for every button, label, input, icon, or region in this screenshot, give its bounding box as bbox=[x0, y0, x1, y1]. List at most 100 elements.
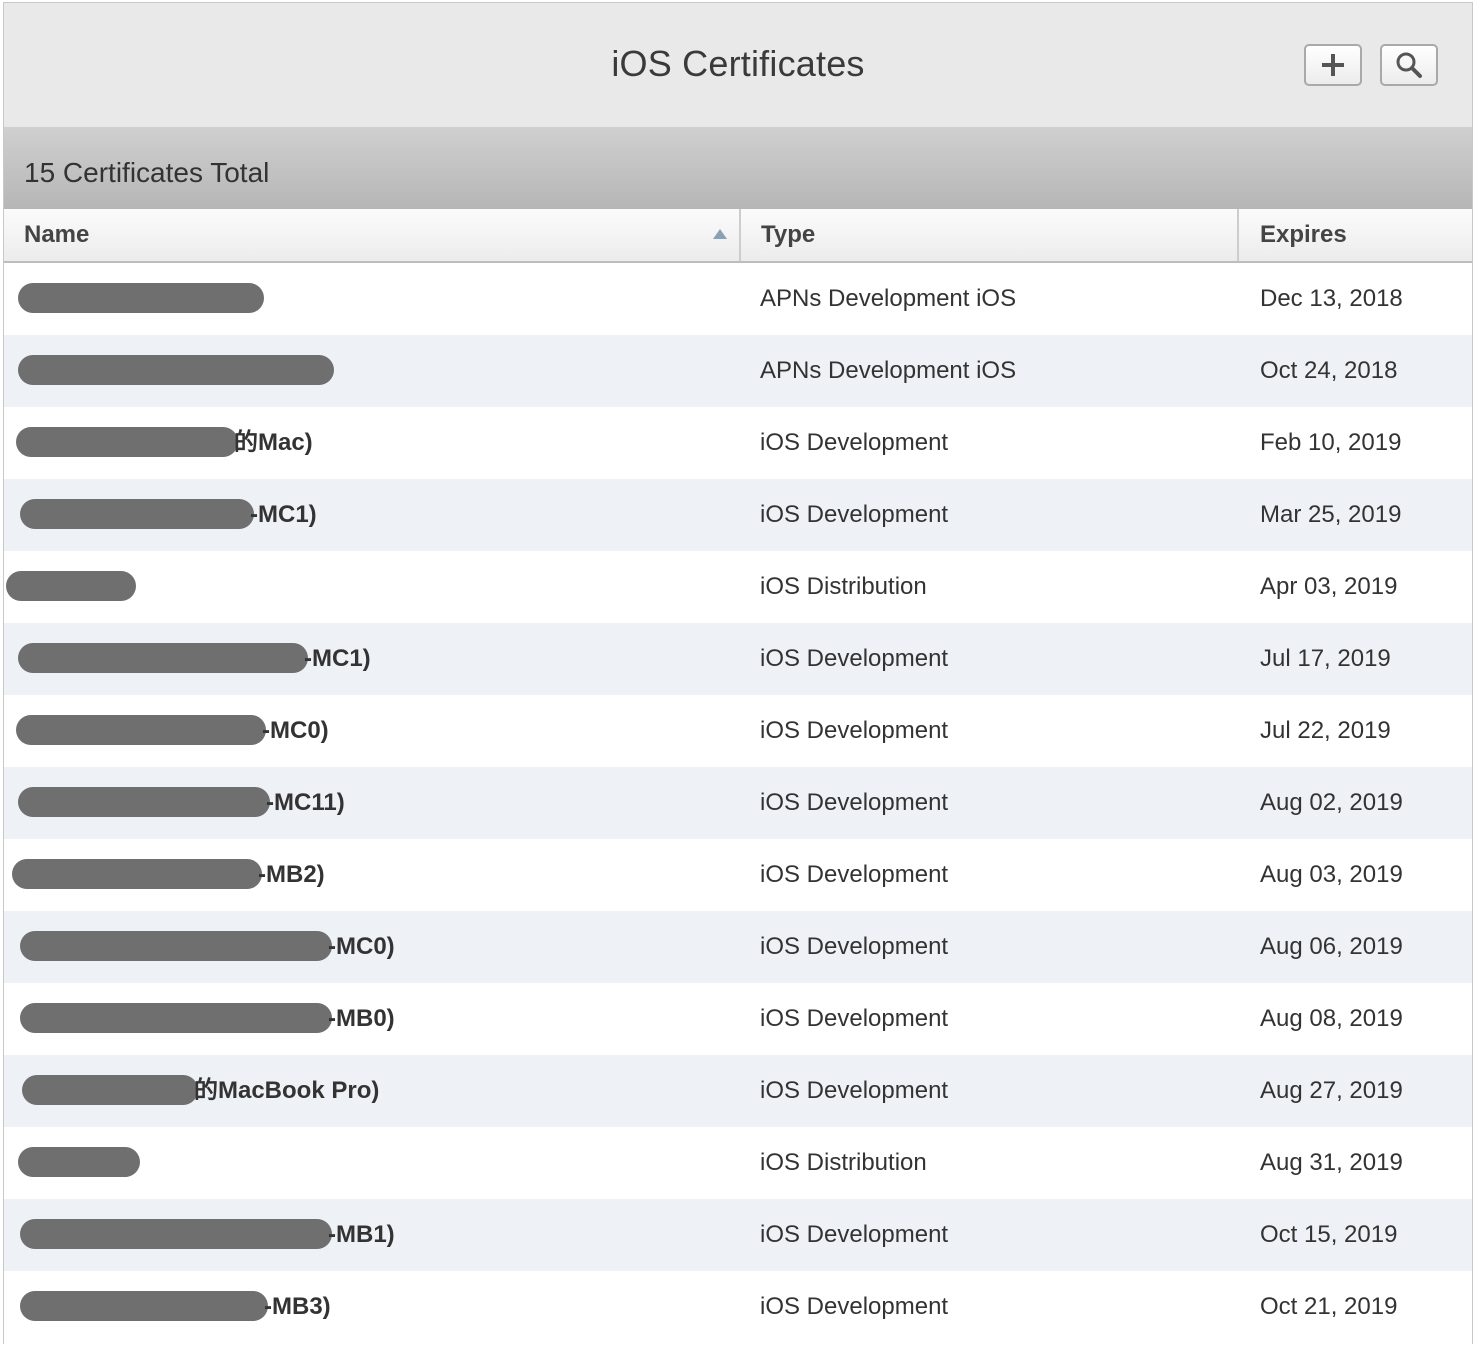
redacted-name bbox=[18, 355, 334, 385]
certificate-count: 15 Certificates Total bbox=[24, 157, 270, 188]
certificate-name-cell: -MB3) bbox=[4, 1271, 741, 1343]
certificate-expires-cell: Aug 31, 2019 bbox=[1260, 1149, 1403, 1176]
certificate-expires-cell: Jul 17, 2019 bbox=[1260, 645, 1391, 672]
certificate-name-suffix: -MC0) bbox=[262, 717, 329, 744]
search-icon bbox=[1396, 52, 1422, 78]
certificate-name-suffix: -MC1) bbox=[304, 645, 371, 672]
table-header: Name Type Expires bbox=[4, 209, 1472, 263]
table-row[interactable]: -MB0) iOS Development Aug 08, 2019 bbox=[4, 983, 1472, 1055]
redacted-name bbox=[18, 1147, 140, 1177]
certificate-type-cell: APNs Development iOS bbox=[760, 285, 1017, 312]
redacted-name bbox=[12, 859, 262, 889]
table-row[interactable]: APNs Development iOS Dec 13, 2018 bbox=[4, 263, 1472, 335]
certificate-name-suffix: -MB3) bbox=[264, 1293, 331, 1320]
redacted-name bbox=[20, 1219, 332, 1249]
certificate-expires-cell: Mar 25, 2019 bbox=[1260, 501, 1402, 528]
plus-icon bbox=[1322, 54, 1344, 76]
certificates-panel: iOS Certificates 15 Certificates Total N… bbox=[3, 2, 1473, 1344]
column-header-type[interactable]: Type bbox=[741, 209, 1239, 261]
add-certificate-button[interactable] bbox=[1304, 44, 1362, 86]
certificate-name-suffix: 的Mac) bbox=[234, 429, 313, 456]
certificate-name-cell bbox=[4, 551, 741, 623]
certificate-name-cell bbox=[4, 263, 741, 335]
certificate-name-suffix: 的MacBook Pro) bbox=[194, 1077, 380, 1104]
certificate-type-cell: APNs Development iOS bbox=[760, 357, 1017, 384]
certificate-type-cell: iOS Development bbox=[760, 1005, 949, 1032]
redacted-name bbox=[18, 643, 308, 673]
certificate-expires-cell: Aug 02, 2019 bbox=[1260, 789, 1403, 816]
column-header-expires[interactable]: Expires bbox=[1239, 209, 1472, 261]
certificate-type-cell: iOS Distribution bbox=[760, 573, 927, 600]
certificate-expires-cell: Jul 22, 2019 bbox=[1260, 717, 1391, 744]
table-row[interactable]: -MC1) iOS Development Jul 17, 2019 bbox=[4, 623, 1472, 695]
redacted-name bbox=[20, 1291, 268, 1321]
certificate-name-suffix: -MC0) bbox=[328, 933, 395, 960]
table-row[interactable]: APNs Development iOS Oct 24, 2018 bbox=[4, 335, 1472, 407]
table-row[interactable]: -MB2) iOS Development Aug 03, 2019 bbox=[4, 839, 1472, 911]
table-row[interactable]: 的Mac) iOS Development Feb 10, 2019 bbox=[4, 407, 1472, 479]
certificate-expires-cell: Aug 06, 2019 bbox=[1260, 933, 1403, 960]
certificate-name-cell: 的Mac) bbox=[4, 407, 741, 479]
summary-bar: 15 Certificates Total bbox=[4, 129, 1472, 210]
redacted-name bbox=[16, 715, 266, 745]
redacted-name bbox=[22, 1075, 198, 1105]
table-row[interactable]: iOS Distribution Apr 03, 2019 bbox=[4, 551, 1472, 623]
certificate-name-cell: -MC0) bbox=[4, 695, 741, 767]
certificate-name-cell: -MC11) bbox=[4, 767, 741, 839]
certificate-expires-cell: Aug 08, 2019 bbox=[1260, 1005, 1403, 1032]
redacted-name bbox=[20, 499, 254, 529]
certificate-name-cell: -MB0) bbox=[4, 983, 741, 1055]
column-header-name[interactable]: Name bbox=[4, 209, 741, 261]
certificate-type-cell: iOS Development bbox=[760, 789, 949, 816]
certificate-type-cell: iOS Distribution bbox=[760, 1149, 927, 1176]
redacted-name bbox=[20, 931, 332, 961]
redacted-name bbox=[16, 427, 238, 457]
certificate-name-suffix: -MC1) bbox=[250, 501, 317, 528]
redacted-name bbox=[20, 1003, 332, 1033]
redacted-name bbox=[18, 283, 264, 313]
certificate-expires-cell: Oct 21, 2019 bbox=[1260, 1293, 1398, 1320]
certificate-type-cell: iOS Development bbox=[760, 1221, 949, 1248]
certificate-table-body: APNs Development iOS Dec 13, 2018 APNs Dev… bbox=[4, 263, 1472, 1343]
certificate-name-cell bbox=[4, 1127, 741, 1199]
table-row[interactable]: -MB3) iOS Development Oct 21, 2019 bbox=[4, 1271, 1472, 1343]
table-row[interactable]: 的MacBook Pro) iOS Development Aug 27, 2019 bbox=[4, 1055, 1472, 1127]
certificate-name-suffix: -MC11) bbox=[266, 789, 345, 816]
table-row[interactable]: -MC11) iOS Development Aug 02, 2019 bbox=[4, 767, 1472, 839]
table-row[interactable]: -MC0) iOS Development Jul 22, 2019 bbox=[4, 695, 1472, 767]
certificate-name-cell: -MC1) bbox=[4, 479, 741, 551]
certificate-expires-cell: Apr 03, 2019 bbox=[1260, 573, 1398, 600]
table-row[interactable]: -MC1) iOS Development Mar 25, 2019 bbox=[4, 479, 1472, 551]
table-row[interactable]: iOS Distribution Aug 31, 2019 bbox=[4, 1127, 1472, 1199]
certificate-name-suffix: -MB2) bbox=[258, 861, 325, 888]
certificate-type-cell: iOS Development bbox=[760, 717, 949, 744]
sort-ascending-icon bbox=[713, 229, 727, 239]
certificate-type-cell: iOS Development bbox=[760, 501, 949, 528]
table-row[interactable]: -MC0) iOS Development Aug 06, 2019 bbox=[4, 911, 1472, 983]
certificate-name-cell: 的MacBook Pro) bbox=[4, 1055, 741, 1127]
column-header-type-label: Type bbox=[761, 221, 816, 248]
certificate-name-cell: -MC1) bbox=[4, 623, 741, 695]
certificate-name-suffix: -MB1) bbox=[328, 1221, 395, 1248]
redacted-name bbox=[6, 571, 136, 601]
table-row[interactable]: -MB1) iOS Development Oct 15, 2019 bbox=[4, 1199, 1472, 1271]
page-title: iOS Certificates bbox=[611, 43, 865, 84]
certificate-expires-cell: Oct 15, 2019 bbox=[1260, 1221, 1398, 1248]
certificate-type-cell: iOS Development bbox=[760, 429, 949, 456]
certificate-type-cell: iOS Development bbox=[760, 1293, 949, 1320]
certificate-name-cell: -MB1) bbox=[4, 1199, 741, 1271]
certificate-expires-cell: Dec 13, 2018 bbox=[1260, 285, 1403, 312]
certificate-name-cell: -MC0) bbox=[4, 911, 741, 983]
certificate-name-cell: -MB2) bbox=[4, 839, 741, 911]
certificate-expires-cell: Oct 24, 2018 bbox=[1260, 357, 1398, 384]
redacted-name bbox=[18, 787, 270, 817]
certificate-expires-cell: Aug 03, 2019 bbox=[1260, 861, 1403, 888]
column-header-expires-label: Expires bbox=[1260, 221, 1347, 248]
certificate-name-cell bbox=[4, 335, 741, 407]
search-button[interactable] bbox=[1380, 44, 1438, 86]
certificate-name-suffix: -MB0) bbox=[328, 1005, 395, 1032]
certificate-type-cell: iOS Development bbox=[760, 1077, 949, 1104]
certificate-type-cell: iOS Development bbox=[760, 645, 949, 672]
certificate-type-cell: iOS Development bbox=[760, 933, 949, 960]
column-header-name-label: Name bbox=[24, 221, 90, 248]
